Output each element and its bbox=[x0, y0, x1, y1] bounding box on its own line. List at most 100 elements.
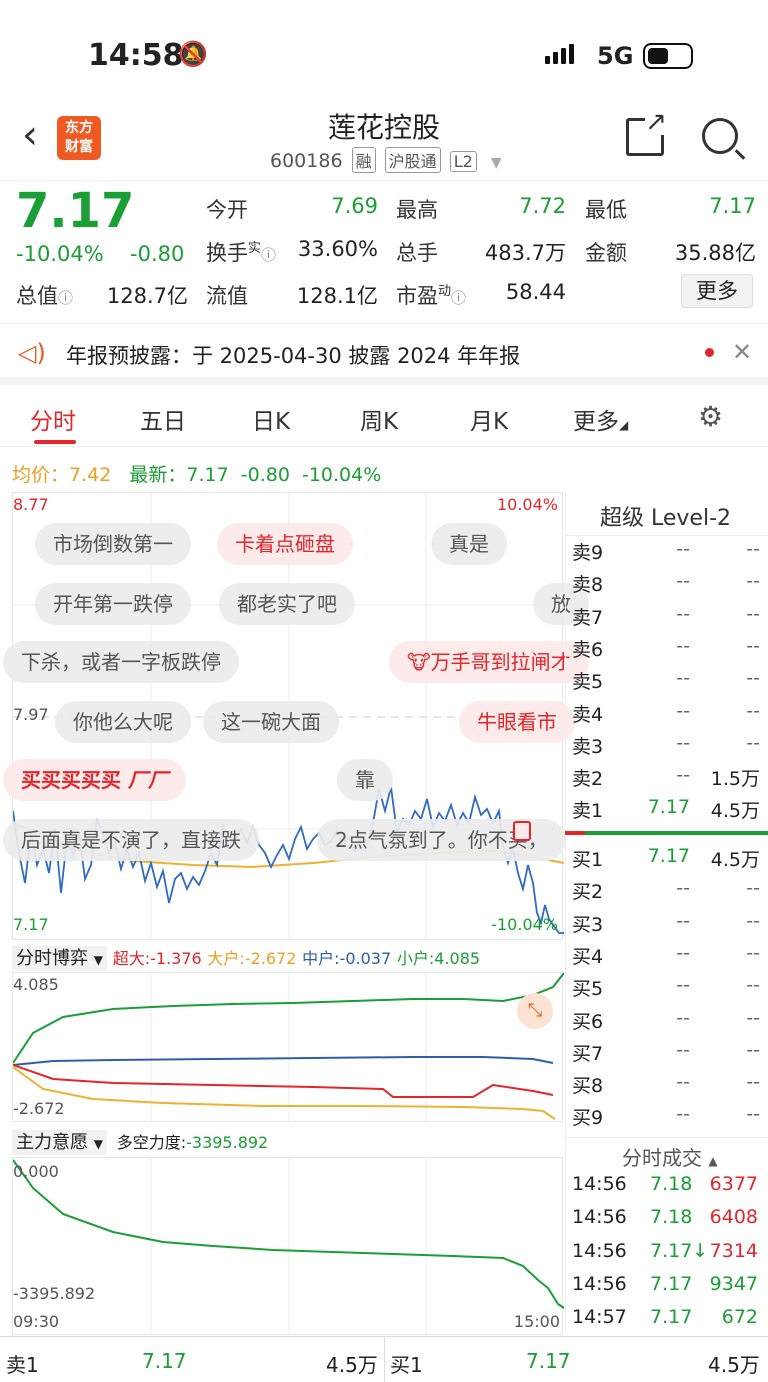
info-icon: ⓘ bbox=[261, 246, 277, 264]
level-label: 买4 bbox=[572, 945, 604, 968]
trade-price: 7.17 bbox=[650, 1306, 693, 1329]
level-price: -- bbox=[676, 1006, 690, 1029]
signal-icon bbox=[545, 44, 577, 64]
bids-level-row[interactable]: 买9 -- -- bbox=[572, 1103, 760, 1135]
asks-level-row[interactable]: 卖9 -- -- bbox=[572, 538, 760, 570]
trade-time: 14:56 bbox=[572, 1239, 627, 1262]
asks-level-row[interactable]: 卖8 -- -- bbox=[572, 570, 760, 602]
barrage-comment[interactable]: 🐮万手哥到拉闸才 bbox=[389, 641, 589, 683]
level-volume: -- bbox=[746, 634, 760, 657]
barrage-comment[interactable]: 真是 bbox=[431, 523, 507, 565]
float-label: 流值 bbox=[206, 284, 248, 308]
level-volume: -- bbox=[746, 1103, 760, 1126]
barrage-comment[interactable]: 牛眼看市 bbox=[459, 701, 575, 743]
barrage-comment[interactable]: 后面真是不演了，直接跌 bbox=[3, 819, 259, 861]
trade-time: 14:57 bbox=[572, 1306, 627, 1329]
level-price: -- bbox=[676, 538, 690, 560]
footer-sell-label: 卖1 bbox=[6, 1353, 39, 1377]
barrage-comment[interactable]: 下杀，或者一字板跌停 bbox=[3, 641, 239, 683]
bids-level-row[interactable]: 买7 -- -- bbox=[572, 1039, 760, 1071]
level-price: -- bbox=[676, 731, 690, 754]
volume-label: 总手 bbox=[396, 241, 438, 265]
level-volume: -- bbox=[746, 1038, 760, 1061]
level-price: 7.17 bbox=[647, 845, 690, 867]
barrage-comment[interactable]: 靠 bbox=[337, 759, 393, 801]
barrage-comment[interactable]: 市场倒数第一 bbox=[35, 523, 191, 565]
bids-level-row[interactable]: 买3 -- -- bbox=[572, 910, 760, 942]
chart-high-label: 8.77 bbox=[13, 495, 49, 514]
bids-level-row[interactable]: 买1 7.17 4.5万 bbox=[572, 845, 760, 877]
search-icon[interactable] bbox=[702, 118, 738, 154]
stock-code-row[interactable]: 600186 融 沪股通 L2 ▼ bbox=[270, 147, 502, 173]
signal-marker-icon[interactable] bbox=[513, 821, 531, 841]
flow-header: 分时博弈 ▼ 超大:-1.376 大户:-2.672 中户:-0.037 小户:… bbox=[12, 944, 480, 971]
level-label: 卖5 bbox=[572, 671, 604, 694]
barrage-comment[interactable]: 卡着点砸盘 bbox=[217, 523, 353, 565]
tab-more[interactable]: 更多◢ bbox=[573, 402, 628, 436]
level-label: 卖9 bbox=[572, 542, 604, 564]
notice-text[interactable]: 年报预披露：于 2025-04-30 披露 2024 年年报 bbox=[66, 340, 520, 370]
tab-5day[interactable]: 五日 bbox=[140, 402, 186, 436]
level-price: -- bbox=[676, 667, 690, 690]
chart-high-pct: 10.04% bbox=[496, 495, 558, 514]
will-ymax: 0.000 bbox=[13, 1162, 59, 1181]
status-time: 14:58 bbox=[88, 38, 184, 73]
change-value: -0.80 bbox=[130, 242, 185, 266]
asks-level-row[interactable]: 卖2 -- 1.5万 bbox=[572, 764, 760, 796]
asks-level-row[interactable]: 卖7 -- -- bbox=[572, 603, 760, 635]
pe-label[interactable]: 市盈动ⓘ bbox=[396, 280, 466, 310]
tab-monthly-k[interactable]: 月K bbox=[470, 402, 508, 436]
bids-level-row[interactable]: 买6 -- -- bbox=[572, 1007, 760, 1039]
tab-intraday[interactable]: 分时 bbox=[30, 402, 76, 436]
level-label: 卖4 bbox=[572, 703, 604, 726]
bids-level-row[interactable]: 买8 -- -- bbox=[572, 1071, 760, 1103]
level-volume: 1.5万 bbox=[710, 768, 760, 791]
settings-gear-icon[interactable]: ⚙ bbox=[698, 400, 723, 433]
barrage-comment[interactable]: 这一碗大面 bbox=[203, 701, 339, 743]
mktcap-label[interactable]: 总值ⓘ bbox=[16, 280, 73, 310]
amount-value: 35.88亿 bbox=[674, 241, 756, 265]
bids-level-row[interactable]: 买4 -- -- bbox=[572, 942, 760, 974]
chart-low-label: 7.17 bbox=[13, 915, 49, 934]
barrage-comment[interactable]: 都老实了吧 bbox=[219, 583, 355, 625]
flow-chart[interactable]: 4.085 -2.672 ⤡ bbox=[12, 972, 564, 1123]
level-label: 卖3 bbox=[572, 735, 604, 758]
intraday-chart[interactable]: 8.77 10.04% 7.97 7.17 -10.04% 市场倒数第一 卡着点… bbox=[3, 492, 589, 941]
level-label: 卖6 bbox=[572, 638, 604, 661]
bids-level-row[interactable]: 买5 -- -- bbox=[572, 974, 760, 1006]
expand-icon[interactable]: ⤡ bbox=[517, 993, 553, 1029]
trade-price: 7.18 bbox=[650, 1206, 693, 1229]
barrage-comment[interactable]: 你他么大呢 bbox=[55, 701, 191, 743]
level-price: -- bbox=[676, 941, 690, 964]
level-label: 卖2 bbox=[572, 768, 604, 791]
footer-buy-vol: 4.5万 bbox=[708, 1353, 760, 1377]
trade-price: 7.17 bbox=[650, 1272, 693, 1295]
tab-daily-k[interactable]: 日K bbox=[252, 402, 290, 436]
amount-label: 金额 bbox=[585, 241, 627, 265]
level-label: 买8 bbox=[572, 1075, 604, 1098]
level-volume: -- bbox=[746, 538, 760, 560]
more-button[interactable]: 更多 bbox=[681, 274, 753, 308]
asks-level-row[interactable]: 卖5 -- -- bbox=[572, 667, 760, 699]
asks-level-row[interactable]: 卖6 -- -- bbox=[572, 635, 760, 667]
barrage-comment[interactable]: 买买买买买 厂厂 bbox=[3, 759, 186, 801]
asks-level-row[interactable]: 卖1 7.17 4.5万 bbox=[572, 796, 760, 828]
barrage-comment[interactable]: 开年第一跌停 bbox=[35, 583, 191, 625]
level-label: 买9 bbox=[572, 1107, 604, 1130]
share-icon[interactable]: ↗ bbox=[626, 109, 667, 156]
close-icon[interactable]: ✕ bbox=[732, 338, 752, 366]
turnover-label[interactable]: 换手实ⓘ bbox=[206, 237, 276, 267]
will-chart[interactable]: 0.000 -3395.892 09:30 15:00 bbox=[12, 1157, 564, 1336]
bids-level-row[interactable]: 买2 -- -- bbox=[572, 877, 760, 909]
level-label: 买6 bbox=[572, 1010, 604, 1033]
avg-price-row: 均价：7.42 最新：7.17 -0.80 -10.04% bbox=[12, 464, 382, 486]
flow-dropdown[interactable]: 分时博弈 ▼ bbox=[12, 946, 107, 971]
trades-title[interactable]: 分时成交 ▲ bbox=[622, 1142, 718, 1171]
dropdown-icon[interactable]: ▼ bbox=[491, 155, 502, 171]
mktcap-value: 128.7亿 bbox=[106, 284, 188, 308]
will-dropdown[interactable]: 主力意愿 ▼ bbox=[12, 1130, 107, 1155]
asks-level-row[interactable]: 卖4 -- -- bbox=[572, 700, 760, 732]
tab-weekly-k[interactable]: 周K bbox=[360, 402, 398, 436]
asks-level-row[interactable]: 卖3 -- -- bbox=[572, 732, 760, 764]
divider bbox=[565, 1137, 768, 1138]
